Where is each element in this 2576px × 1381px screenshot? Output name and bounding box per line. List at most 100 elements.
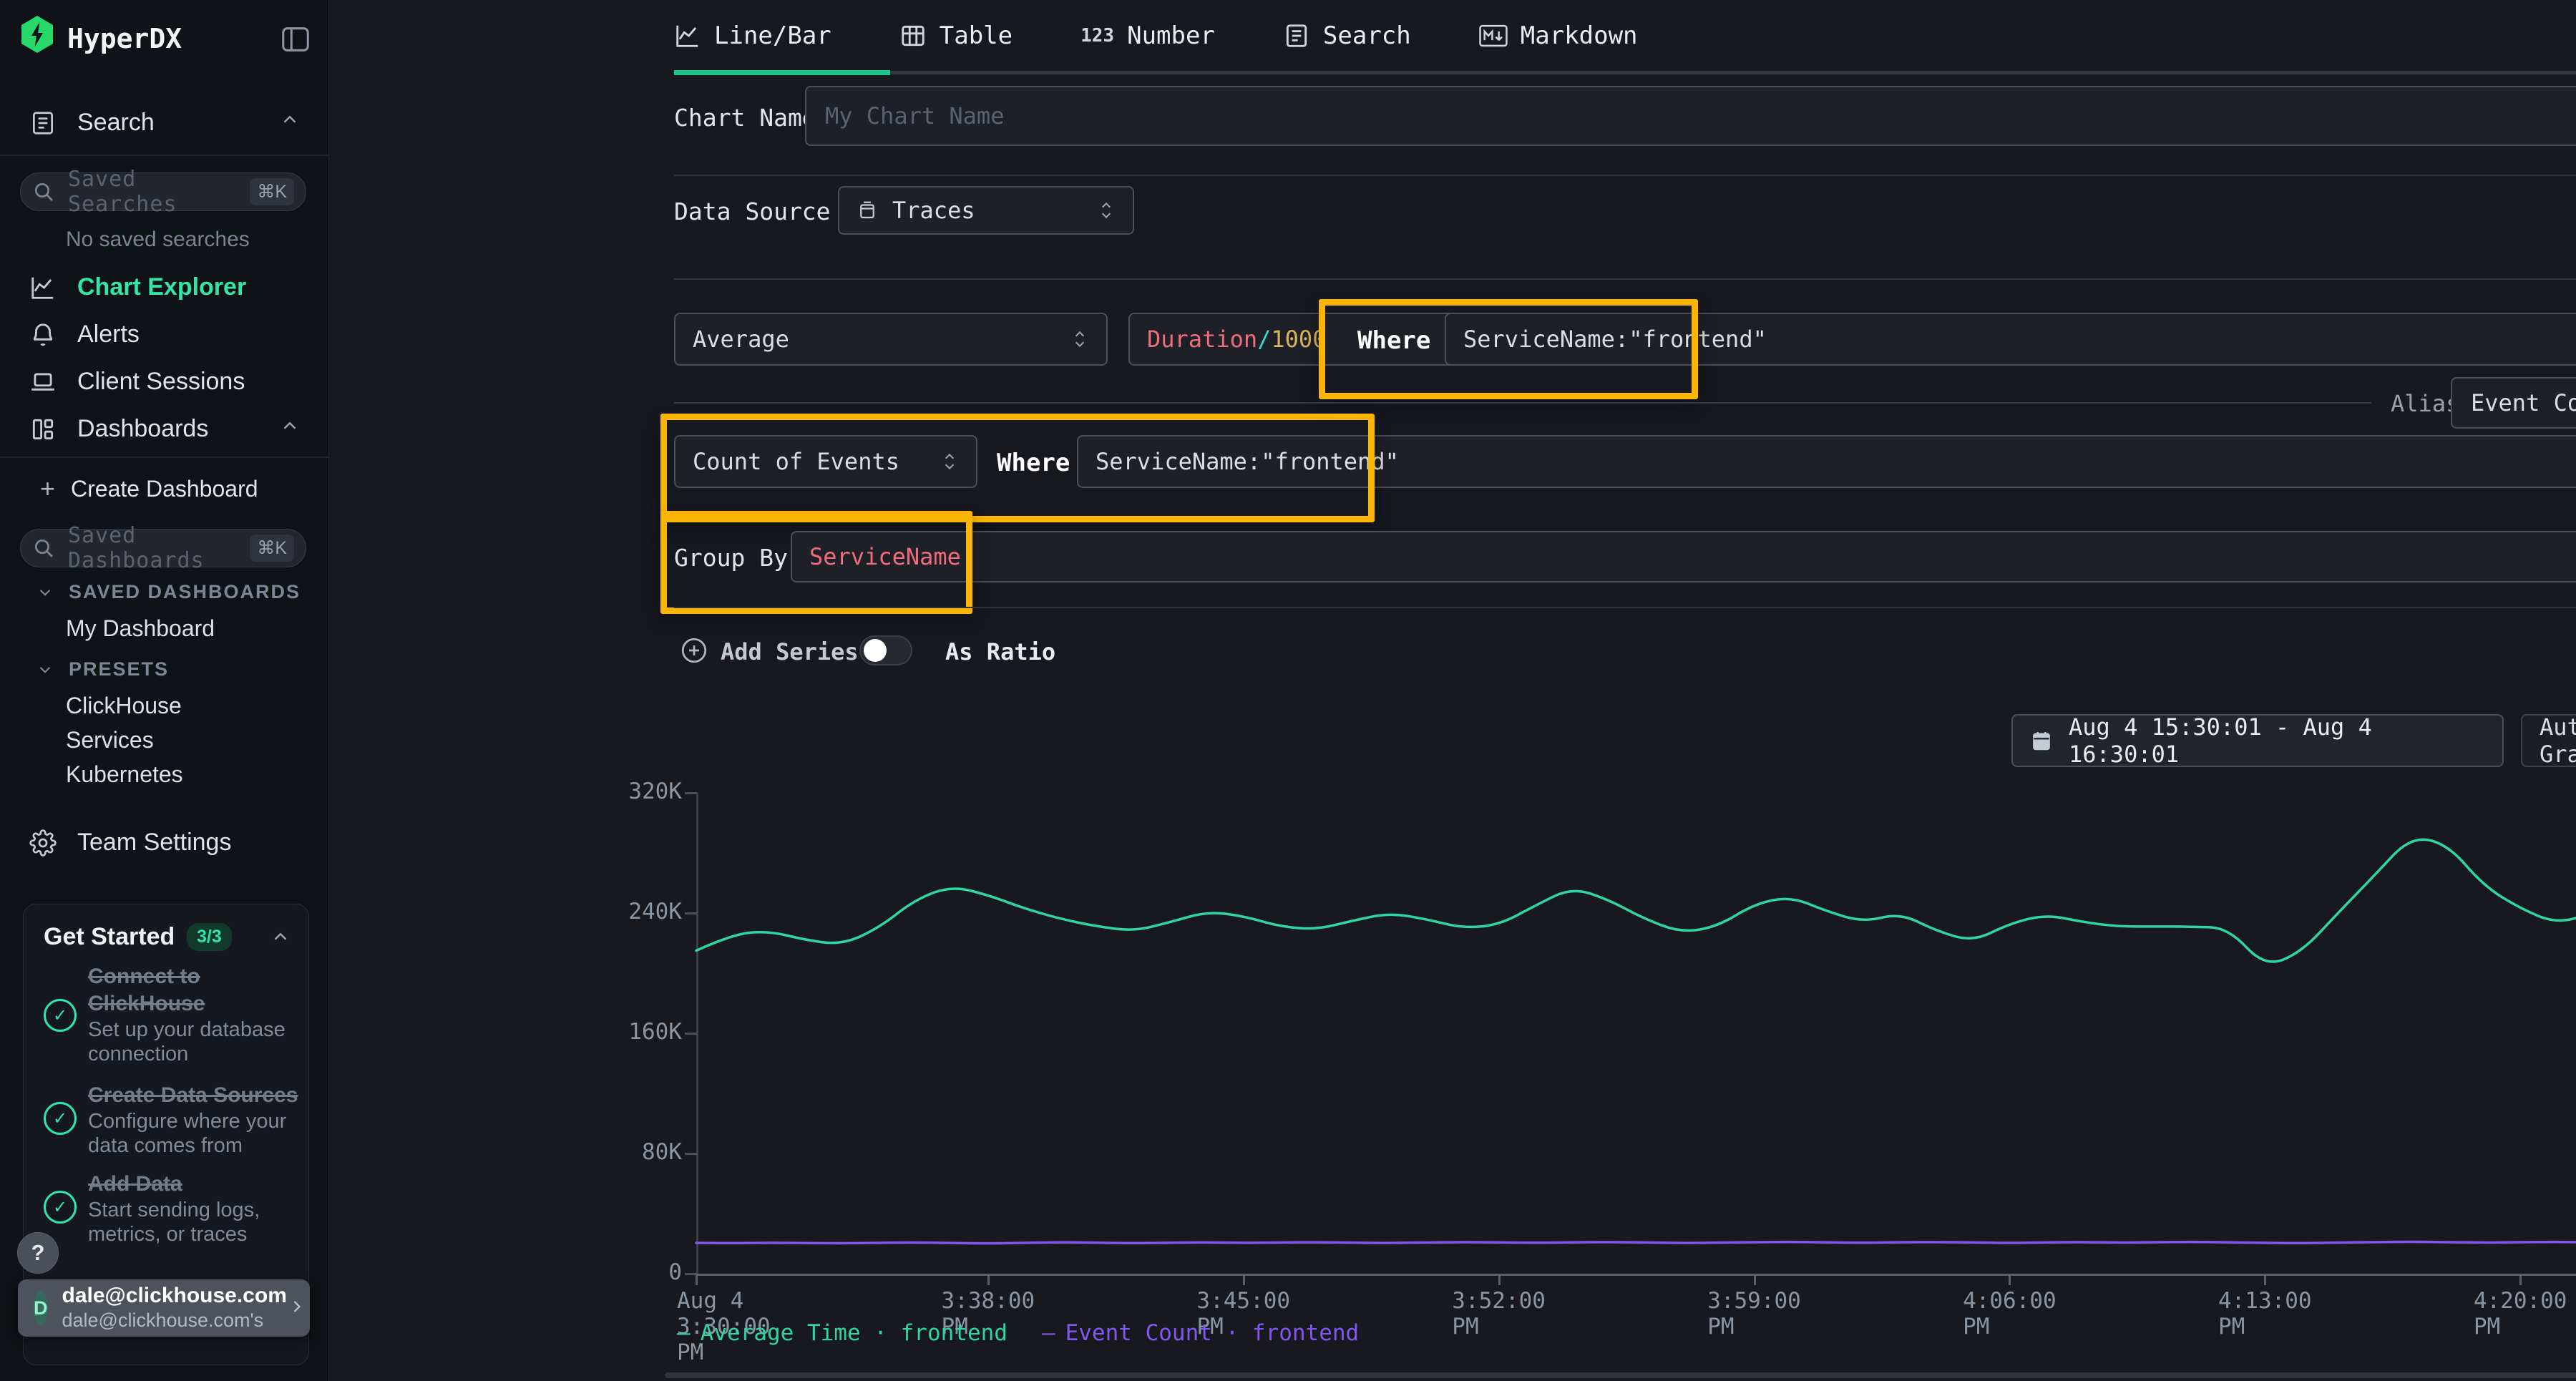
get-started-item[interactable]: Add Data Start sending logs,metrics, or … xyxy=(88,1171,296,1246)
item-desc: Set up your database xyxy=(88,1018,286,1041)
chevron-up-icon[interactable] xyxy=(279,415,301,443)
field-token: Duration xyxy=(1147,326,1257,353)
client-sessions-label: Client Sessions xyxy=(77,368,245,396)
y-tick-label: 80K xyxy=(582,1139,682,1165)
hyperdx-logo-icon xyxy=(20,16,54,53)
line-chart-icon xyxy=(29,274,57,301)
chevron-up-icon[interactable] xyxy=(270,926,291,951)
tab-label: Search xyxy=(1323,21,1411,50)
sidebar-item-my-dashboard[interactable]: My Dashboard xyxy=(66,615,215,642)
data-source-select[interactable]: Traces xyxy=(838,186,1134,235)
x-tick-label: 4:20:00 PM xyxy=(2474,1288,2567,1339)
granularity-value: Auto Granularity xyxy=(2540,713,2576,768)
legend-label: Event Count · frontend xyxy=(1065,1320,1360,1346)
help-button[interactable]: ? xyxy=(17,1232,59,1274)
series2-alias-input[interactable] xyxy=(2469,389,2576,417)
y-tick-mark xyxy=(685,1153,697,1155)
team-settings-label: Team Settings xyxy=(77,829,231,857)
series2-alias-field[interactable] xyxy=(2451,377,2576,429)
saved-dashboards-input[interactable]: Saved Dashboards ⌘K xyxy=(20,529,306,567)
avatar-initial: D xyxy=(34,1297,48,1319)
sidebar-item-chart-explorer[interactable]: Chart Explorer xyxy=(29,273,301,301)
add-series-button[interactable]: Add Series xyxy=(721,638,859,665)
item-desc: Configure where your xyxy=(88,1110,286,1133)
tab-number[interactable]: 123 Number xyxy=(1080,21,1215,50)
as-ratio-toggle[interactable] xyxy=(859,635,912,665)
legend-swatch: — xyxy=(677,1320,691,1346)
dashboards-label: Dashboards xyxy=(77,415,208,443)
sidebar-item-dashboards[interactable]: Dashboards xyxy=(29,415,301,443)
legend-item[interactable]: —Event Count · frontend xyxy=(1042,1320,1359,1346)
group-by-input[interactable]: ServiceName xyxy=(791,531,2576,582)
sidebar-item-clickhouse[interactable]: ClickHouse xyxy=(66,693,182,719)
tab-label: Number xyxy=(1127,21,1215,50)
item-title: Connect to xyxy=(88,965,200,988)
gear-icon xyxy=(29,829,57,857)
get-started-item[interactable]: Create Data Sources Configure where your… xyxy=(88,1082,296,1158)
line-bar-chart-icon xyxy=(674,22,701,49)
timeseries-chart[interactable] xyxy=(696,793,2576,1274)
date-range-picker[interactable]: Aug 4 15:30:01 - Aug 4 16:30:01 xyxy=(2011,714,2504,767)
highlight-box-group-by xyxy=(660,511,972,614)
alerts-label: Alerts xyxy=(77,321,140,348)
presets-section-header[interactable]: PRESETS xyxy=(36,658,169,680)
saved-searches-placeholder: Saved Searches xyxy=(68,167,237,217)
x-tick-mark xyxy=(1498,1274,1501,1285)
sidebar-item-services[interactable]: Services xyxy=(66,727,154,753)
y-tick-label: 0 xyxy=(582,1259,682,1285)
y-tick-label: 320K xyxy=(582,779,682,804)
toggle-knob xyxy=(864,639,887,662)
get-started-progress-badge: 3/3 xyxy=(187,923,232,951)
number-123-icon: 123 xyxy=(1080,25,1114,47)
granularity-select[interactable]: Auto Granularity xyxy=(2521,714,2576,767)
date-range-value: Aug 4 15:30:01 - Aug 4 16:30:01 xyxy=(2069,713,2485,768)
y-tick-mark xyxy=(685,792,697,794)
get-started-item[interactable]: Connect to ClickHouse Set up your databas… xyxy=(88,963,288,1066)
hyperdx-app: HyperDX Search Saved Searches ⌘K No save… xyxy=(0,0,2576,1381)
tab-search[interactable]: Search xyxy=(1283,21,1411,50)
sidebar-item-alerts[interactable]: Alerts xyxy=(29,321,301,348)
highlight-box-series1-where xyxy=(1319,299,1698,399)
series1-aggregate-select[interactable]: Average xyxy=(674,313,1108,366)
tab-line-bar[interactable]: Line/Bar xyxy=(674,21,831,50)
chart-explorer-label: Chart Explorer xyxy=(77,273,246,301)
sidebar-item-team-settings[interactable]: Team Settings xyxy=(29,829,301,857)
item-desc-2: metrics, or traces xyxy=(88,1223,247,1246)
item-desc: Start sending logs, xyxy=(88,1199,260,1221)
x-tick-mark xyxy=(1243,1274,1245,1285)
y-tick-label: 160K xyxy=(582,1019,682,1045)
x-tick-label: 4:06:00 PM xyxy=(1963,1288,2057,1339)
sidebar-item-client-sessions[interactable]: Client Sessions xyxy=(29,368,301,396)
collapse-sidebar-icon[interactable] xyxy=(279,23,312,59)
saved-searches-input[interactable]: Saved Searches ⌘K xyxy=(20,172,306,211)
tab-table[interactable]: Table xyxy=(899,21,1013,50)
chevron-up-icon[interactable] xyxy=(279,109,301,137)
tab-label: Line/Bar xyxy=(714,21,831,50)
shortcut-badge: ⌘K xyxy=(250,535,294,562)
calendar-icon xyxy=(2030,728,2053,753)
series-line xyxy=(696,839,2576,970)
x-tick-label: 4:13:00 PM xyxy=(2218,1288,2312,1339)
check-circle-icon: ✓ xyxy=(44,1102,77,1135)
x-tick-mark xyxy=(2519,1274,2522,1285)
tab-markdown[interactable]: Markdown xyxy=(1479,21,1638,50)
sidebar-search-label: Search xyxy=(77,109,155,137)
database-icon xyxy=(857,199,878,222)
horizontal-scrollbar[interactable] xyxy=(665,1372,2576,1378)
chart-name-field[interactable] xyxy=(805,86,2576,146)
y-tick-label: 240K xyxy=(582,899,682,924)
circle-plus-icon[interactable] xyxy=(679,635,709,669)
check-circle-icon: ✓ xyxy=(44,1191,77,1224)
tab-label: Markdown xyxy=(1521,21,1638,50)
sidebar-item-kubernetes[interactable]: Kubernetes xyxy=(66,761,183,788)
saved-dashboards-section-header[interactable]: SAVED DASHBOARDS xyxy=(36,581,301,603)
sidebar: HyperDX Search Saved Searches ⌘K No save… xyxy=(0,0,329,1381)
create-dashboard-button[interactable]: + Create Dashboard xyxy=(40,474,258,504)
sidebar-section-search[interactable]: Search xyxy=(29,109,301,137)
user-menu[interactable]: D dale@clickhouse.com dale@clickhouse.co… xyxy=(18,1279,310,1337)
item-title-2: ClickHouse xyxy=(88,992,205,1015)
chevron-down-icon xyxy=(36,660,54,679)
main-content: Line/Bar Table 123 Number Search xyxy=(328,0,2576,1381)
chart-name-input[interactable] xyxy=(824,102,2576,130)
legend-item[interactable]: —Average Time · frontend xyxy=(677,1320,1008,1346)
